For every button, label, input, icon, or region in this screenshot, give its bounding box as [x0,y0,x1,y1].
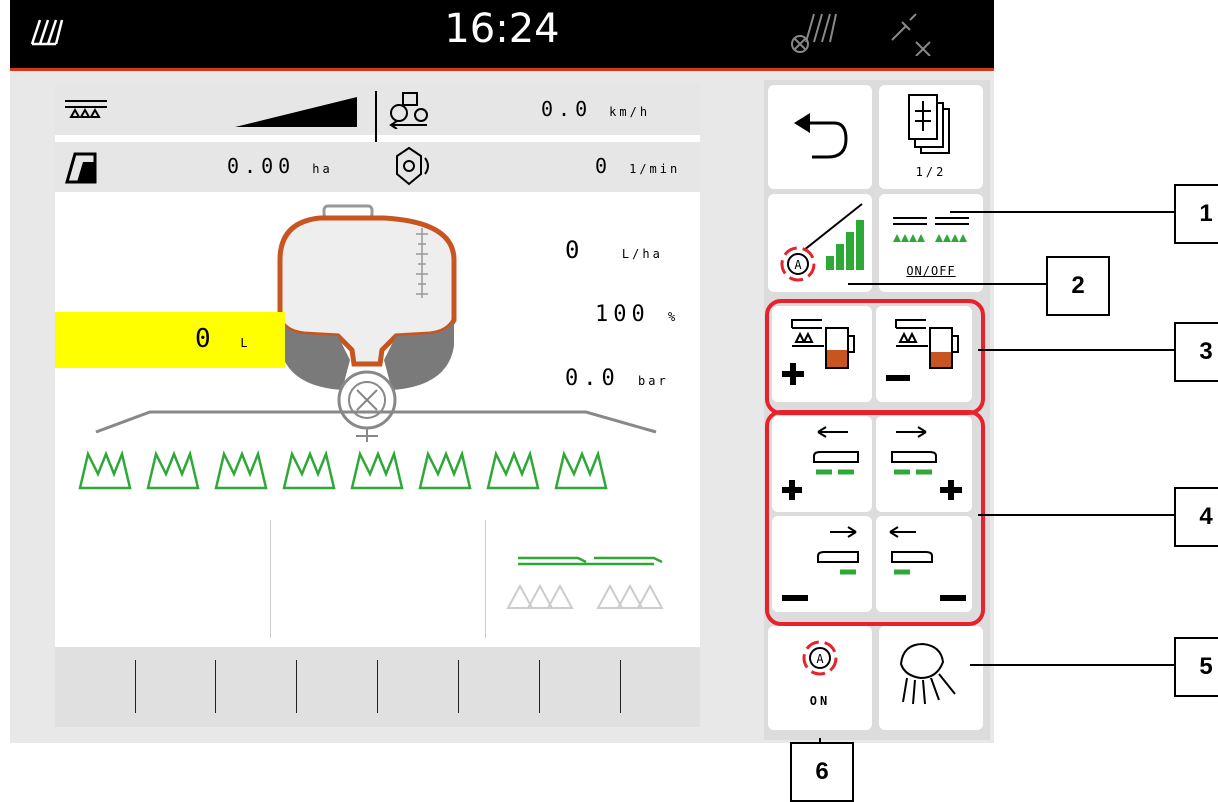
callout-5: 5 [1174,637,1218,697]
callout-6: 6 [790,742,854,802]
callout-1: 1 [1174,184,1218,244]
callout-2: 2 [1046,256,1110,316]
callout-leader-lines [819,211,1174,766]
callout-3: 3 [1174,322,1218,382]
callout-4: 4 [1174,487,1218,547]
